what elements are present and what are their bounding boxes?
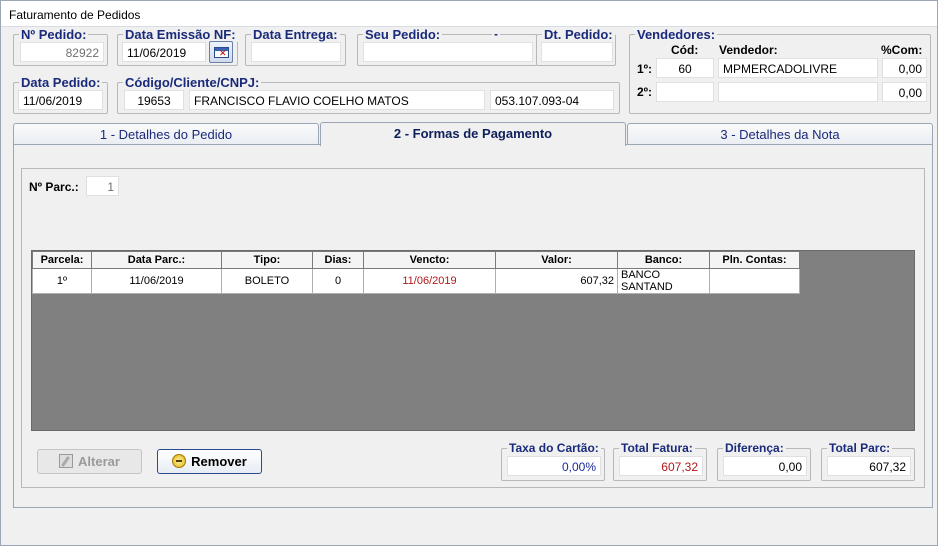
difference-field[interactable]: 0,00 xyxy=(723,456,807,476)
installments-field[interactable]: 1 xyxy=(86,176,119,196)
cell-plano-contas[interactable] xyxy=(709,268,800,294)
col-plano-contas[interactable]: Pln. Contas: xyxy=(709,251,800,269)
edit-icon xyxy=(59,454,74,468)
installments-table: Parcela: Data Parc.: Tipo: Dias: Vencto:… xyxy=(32,251,800,294)
col-dias[interactable]: Dias: xyxy=(312,251,364,269)
col-banco[interactable]: Banco: xyxy=(617,251,710,269)
tab-order-details[interactable]: 1 - Detalhes do Pedido xyxy=(13,123,319,145)
installments-label: Nº Parc.: xyxy=(29,180,79,194)
cell-data-parc[interactable]: 11/06/2019 xyxy=(91,268,222,294)
col-parcela[interactable]: Parcela: xyxy=(32,251,92,269)
order-number-label: Nº Pedido: xyxy=(19,27,89,42)
tab-payment-methods[interactable]: 2 - Formas de Pagamento xyxy=(320,122,626,146)
cell-vencto[interactable]: 11/06/2019 xyxy=(363,268,496,294)
invoice-total-label: Total Fatura: xyxy=(619,441,695,455)
order-number-field[interactable]: 82922 xyxy=(20,42,104,62)
window-title: Faturamento de Pedidos xyxy=(9,8,141,22)
installments-total-label: Total Parc: xyxy=(827,441,893,455)
cell-banco[interactable]: BANCO SANTAND xyxy=(617,268,710,294)
remove-button-label: Remover xyxy=(191,454,247,469)
seller-1-code-field[interactable]: 60 xyxy=(656,58,714,78)
your-order-field[interactable] xyxy=(363,42,533,62)
card-fee-label: Taxa do Cartão: xyxy=(507,441,601,455)
col-vencto[interactable]: Vencto: xyxy=(363,251,496,269)
title-bar: Faturamento de Pedidos xyxy=(1,1,937,27)
col-tipo[interactable]: Tipo: xyxy=(221,251,313,269)
seller-2-code-field[interactable] xyxy=(656,82,714,102)
issue-date-field[interactable]: 11/06/2019 xyxy=(122,42,206,62)
difference-label: Diferença: xyxy=(723,441,786,455)
tab-invoice-details[interactable]: 3 - Detalhes da Nota xyxy=(627,123,933,145)
seller-1-order: 1º: xyxy=(637,62,653,76)
client-code-field[interactable]: 19653 xyxy=(124,90,184,110)
issue-date-label: Data Emissão NF: xyxy=(123,27,238,42)
client-name-field[interactable]: FRANCISCO FLAVIO COELHO MATOS xyxy=(189,90,485,110)
order-date-short-field[interactable] xyxy=(541,42,613,62)
sellers-label: Vendedores: xyxy=(635,27,718,42)
remove-button[interactable]: Remover xyxy=(157,449,262,474)
card-fee-field[interactable]: 0,00% xyxy=(507,456,601,476)
installments-total-field[interactable]: 607,32 xyxy=(827,456,911,476)
order-date-label: Data Pedido: xyxy=(19,75,103,90)
seller-1-commission-field[interactable]: 0,00 xyxy=(882,58,927,78)
edit-button[interactable]: Alterar xyxy=(37,449,142,474)
remove-icon xyxy=(172,454,187,468)
client-cnpj-field[interactable]: 053.107.093-04 xyxy=(490,90,614,110)
seller-2-name-field[interactable] xyxy=(718,82,878,102)
cell-parcela[interactable]: 1º xyxy=(32,268,92,294)
order-date-short-label: Dt. Pedido: xyxy=(542,27,615,42)
calendar-clear-icon xyxy=(214,47,229,58)
calendar-button[interactable] xyxy=(209,41,233,63)
seller-code-header: Cód: xyxy=(671,43,699,57)
cell-valor[interactable]: 607,32 xyxy=(495,268,618,294)
table-row[interactable]: 1º 11/06/2019 BOLETO 0 11/06/2019 607,32… xyxy=(32,268,800,294)
invoice-total-field[interactable]: 607,32 xyxy=(619,456,703,476)
edit-button-label: Alterar xyxy=(78,454,120,469)
client-label: Código/Cliente/CNPJ: xyxy=(123,75,262,90)
seller-1-name-field[interactable]: MPMERCADOLIVRE xyxy=(718,58,878,78)
seller-name-header: Vendedor: xyxy=(719,43,778,57)
order-date-field[interactable]: 11/06/2019 xyxy=(18,90,103,110)
seller-2-order: 2º: xyxy=(637,85,653,99)
seller-2-commission-field[interactable]: 0,00 xyxy=(882,82,927,102)
billing-window: Faturamento de Pedidos Nº Pedido: 82922 … xyxy=(0,0,938,546)
your-order-label: Seu Pedido: xyxy=(363,27,443,42)
delivery-date-label: Data Entrega: xyxy=(251,27,340,42)
cell-dias[interactable]: 0 xyxy=(312,268,364,294)
cell-tipo[interactable]: BOLETO xyxy=(221,268,313,294)
table-header-row: Parcela: Data Parc.: Tipo: Dias: Vencto:… xyxy=(32,251,800,269)
seller-commission-header: %Com: xyxy=(881,43,923,57)
col-data-parc[interactable]: Data Parc.: xyxy=(91,251,222,269)
col-valor[interactable]: Valor: xyxy=(495,251,618,269)
delivery-date-field[interactable] xyxy=(251,42,341,62)
your-order-separator: - xyxy=(492,27,500,41)
installments-grid: Parcela: Data Parc.: Tipo: Dias: Vencto:… xyxy=(31,250,915,431)
